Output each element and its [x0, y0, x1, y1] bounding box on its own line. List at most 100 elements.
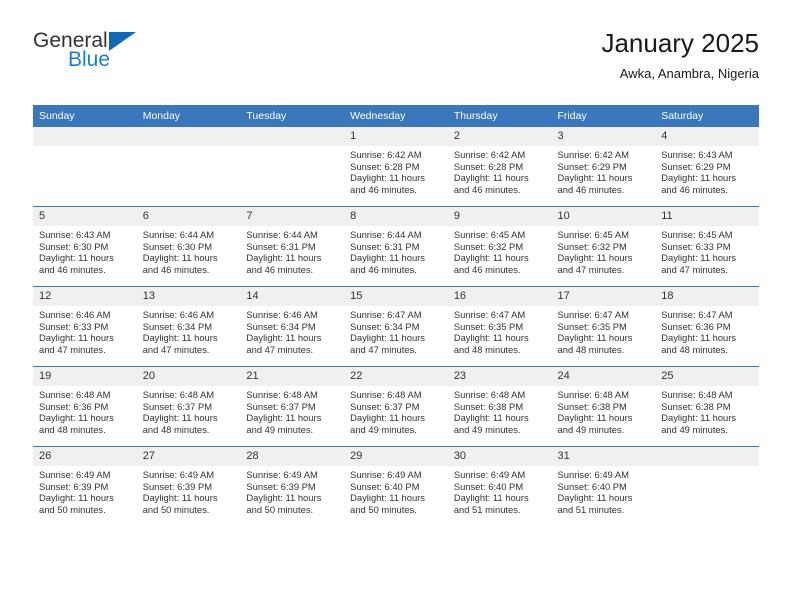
- daylight-text-line2: and 51 minutes.: [557, 503, 625, 515]
- calendar-day-cell[interactable]: 5 Sunrise: 6:43 AM Sunset: 6:30 PM Daylight…: [33, 206, 137, 287]
- sunrise-text: Sunrise: 6:42 AM: [557, 149, 629, 160]
- calendar-day-cell-empty: [655, 446, 759, 526]
- calendar-day-cell[interactable]: 2 Sunrise: 6:42 AM Sunset: 6:28 PM Daylight…: [447, 127, 552, 207]
- daylight-text-line2: and 47 minutes.: [142, 343, 210, 355]
- calendar-day-cell[interactable]: 18 Sunrise: 6:47 AM Sunset: 6:36 PM Dayligh…: [655, 286, 759, 367]
- calendar-day-cell[interactable]: 22 Sunrise: 6:48 AM Sunset: 6:37 PM Dayligh…: [344, 366, 448, 447]
- sunrise-text: Sunrise: 6:42 AM: [350, 149, 422, 160]
- calendar-day-cell[interactable]: 4 Sunrise: 6:43 AM Sunset: 6:29 PM Daylight…: [655, 127, 759, 207]
- daylight-text-line2: and 46 minutes.: [661, 183, 728, 195]
- daylight-text-line1: Daylight: 11 hours: [142, 492, 218, 504]
- sunset-text: Sunset: 6:32 PM: [557, 240, 627, 252]
- day-number: 24: [551, 367, 656, 386]
- calendar-day-cell[interactable]: 20 Sunrise: 6:48 AM Sunset: 6:37 PM Dayligh…: [136, 366, 241, 447]
- calendar-day-cell[interactable]: 7 Sunrise: 6:44 AM Sunset: 6:31 PM Daylight…: [240, 206, 345, 287]
- day-details: Sunrise: 6:48 AM Sunset: 6:37 PM Daylight:…: [344, 386, 448, 435]
- sunset-text: Sunset: 6:31 PM: [246, 240, 316, 252]
- sunrise-text: Sunrise: 6:47 AM: [661, 309, 733, 320]
- day-details: Sunrise: 6:49 AM Sunset: 6:40 PM Daylight:…: [448, 466, 552, 515]
- sunrise-text: Sunrise: 6:49 AM: [39, 469, 111, 480]
- sunset-text: Sunset: 6:37 PM: [246, 400, 316, 412]
- daylight-text-line1: Daylight: 11 hours: [39, 492, 114, 504]
- calendar-day-cell[interactable]: 24 Sunrise: 6:48 AM Sunset: 6:38 PM Dayligh…: [551, 366, 656, 447]
- sunrise-text: Sunrise: 6:49 AM: [142, 469, 215, 480]
- calendar-day-cell[interactable]: 12 Sunrise: 6:46 AM Sunset: 6:33 PM Dayligh…: [33, 286, 137, 367]
- day-number: 1: [344, 127, 448, 146]
- calendar-day-cell[interactable]: 1 Sunrise: 6:42 AM Sunset: 6:28 PM Daylight…: [344, 127, 448, 207]
- sunset-text: Sunset: 6:30 PM: [39, 240, 109, 252]
- sunrise-text: Sunrise: 6:48 AM: [661, 389, 733, 400]
- calendar-day-cell[interactable]: 26 Sunrise: 6:49 AM Sunset: 6:39 PM Dayligh…: [33, 446, 137, 526]
- calendar-day-cell[interactable]: 11 Sunrise: 6:45 AM Sunset: 6:33 PM Dayligh…: [655, 206, 759, 287]
- weekday-header-monday: Monday: [136, 105, 241, 127]
- daylight-text-line1: Daylight: 11 hours: [39, 252, 114, 264]
- calendar-day-cell[interactable]: 23 Sunrise: 6:48 AM Sunset: 6:38 PM Dayligh…: [447, 366, 552, 447]
- calendar-day-cell[interactable]: 15 Sunrise: 6:47 AM Sunset: 6:34 PM Dayligh…: [344, 286, 448, 367]
- day-details: Sunrise: 6:42 AM Sunset: 6:28 PM Daylight:…: [344, 146, 448, 195]
- sunset-text: Sunset: 6:35 PM: [557, 320, 627, 332]
- sunset-text: Sunset: 6:34 PM: [350, 320, 420, 332]
- day-details: Sunrise: 6:43 AM Sunset: 6:30 PM Daylight:…: [33, 226, 137, 275]
- daylight-text-line2: and 46 minutes.: [557, 183, 625, 195]
- sunset-text: Sunset: 6:37 PM: [350, 400, 420, 412]
- calendar-day-cell[interactable]: 30 Sunrise: 6:49 AM Sunset: 6:40 PM Dayligh…: [447, 446, 552, 526]
- day-number: 3: [551, 127, 656, 146]
- calendar-day-cell[interactable]: 25 Sunrise: 6:48 AM Sunset: 6:38 PM Dayligh…: [655, 366, 759, 447]
- calendar-day-cell[interactable]: 6 Sunrise: 6:44 AM Sunset: 6:30 PM Daylight…: [136, 206, 241, 287]
- calendar-day-cell[interactable]: 21 Sunrise: 6:48 AM Sunset: 6:37 PM Dayligh…: [240, 366, 345, 447]
- calendar-day-cell[interactable]: 13 Sunrise: 6:46 AM Sunset: 6:34 PM Dayligh…: [136, 286, 241, 367]
- sunrise-text: Sunrise: 6:44 AM: [246, 229, 318, 240]
- calendar-day-cell[interactable]: 8 Sunrise: 6:44 AM Sunset: 6:31 PM Daylight…: [344, 206, 448, 287]
- day-number: 4: [655, 127, 759, 146]
- sunset-text: Sunset: 6:30 PM: [142, 240, 213, 252]
- calendar-day-cell[interactable]: 14 Sunrise: 6:46 AM Sunset: 6:34 PM Dayligh…: [240, 286, 345, 367]
- daylight-text-line1: Daylight: 11 hours: [39, 332, 114, 344]
- sunset-text: Sunset: 6:34 PM: [246, 320, 316, 332]
- calendar-table: Sunday Monday Tuesday Wednesday Thursday…: [33, 105, 759, 526]
- calendar-day-cell[interactable]: 9 Sunrise: 6:45 AM Sunset: 6:32 PM Daylight…: [447, 206, 552, 287]
- sunrise-text: Sunrise: 6:49 AM: [557, 469, 629, 480]
- day-details: Sunrise: 6:44 AM Sunset: 6:30 PM Daylight:…: [137, 226, 241, 275]
- calendar-day-cell[interactable]: 28 Sunrise: 6:49 AM Sunset: 6:39 PM Dayligh…: [240, 446, 345, 526]
- sunrise-text: Sunrise: 6:49 AM: [350, 469, 422, 480]
- day-number: 7: [240, 207, 345, 226]
- calendar-day-cell-empty: [240, 127, 345, 207]
- day-number: 11: [655, 207, 759, 226]
- calendar-day-cell[interactable]: 17 Sunrise: 6:47 AM Sunset: 6:35 PM Dayligh…: [551, 286, 656, 367]
- day-details: Sunrise: 6:47 AM Sunset: 6:35 PM Daylight:…: [448, 306, 552, 355]
- weekday-header-friday: Friday: [551, 105, 656, 127]
- sunrise-text: Sunrise: 6:49 AM: [246, 469, 318, 480]
- day-number: 23: [447, 367, 552, 386]
- day-details: Sunrise: 6:46 AM Sunset: 6:34 PM Daylight:…: [137, 306, 241, 355]
- calendar-day-cell[interactable]: 27 Sunrise: 6:49 AM Sunset: 6:39 PM Dayligh…: [136, 446, 241, 526]
- sunrise-text: Sunrise: 6:47 AM: [557, 309, 629, 320]
- day-number: 6: [136, 207, 241, 226]
- day-details: Sunrise: 6:49 AM Sunset: 6:40 PM Daylight:…: [552, 466, 656, 515]
- calendar-day-cell[interactable]: 29 Sunrise: 6:49 AM Sunset: 6:40 PM Dayligh…: [344, 446, 448, 526]
- sunset-text: Sunset: 6:33 PM: [661, 240, 731, 252]
- day-details: Sunrise: 6:48 AM Sunset: 6:38 PM Daylight:…: [552, 386, 656, 435]
- calendar-day-cell[interactable]: 10 Sunrise: 6:45 AM Sunset: 6:32 PM Dayligh…: [551, 206, 656, 287]
- sunrise-text: Sunrise: 6:48 AM: [453, 389, 526, 400]
- calendar-day-cell[interactable]: 3 Sunrise: 6:42 AM Sunset: 6:29 PM Daylight…: [551, 127, 656, 207]
- day-number: 2: [447, 127, 552, 146]
- day-details: Sunrise: 6:44 AM Sunset: 6:31 PM Daylight:…: [240, 226, 344, 275]
- day-details: Sunrise: 6:48 AM Sunset: 6:36 PM Daylight:…: [33, 386, 137, 435]
- calendar-day-cell[interactable]: 19 Sunrise: 6:48 AM Sunset: 6:36 PM Dayligh…: [33, 366, 137, 447]
- daylight-text-line2: and 50 minutes.: [39, 503, 106, 515]
- daylight-text-line1: Daylight: 11 hours: [246, 332, 322, 344]
- daylight-text-line2: and 49 minutes.: [661, 423, 728, 435]
- daylight-text-line2: and 47 minutes.: [39, 343, 106, 355]
- calendar-day-cell[interactable]: 16 Sunrise: 6:47 AM Sunset: 6:35 PM Dayligh…: [447, 286, 552, 367]
- day-number: 19: [33, 367, 137, 386]
- day-number: 28: [240, 447, 345, 466]
- sunrise-text: Sunrise: 6:47 AM: [350, 309, 422, 320]
- calendar-week-row: 26 Sunrise: 6:49 AM Sunset: 6:39 PM Dayligh…: [33, 446, 759, 526]
- daylight-text-line2: and 46 minutes.: [350, 263, 417, 275]
- general-blue-logo[interactable]: General Blue: [33, 30, 253, 90]
- daylight-text-line1: Daylight: 11 hours: [350, 172, 425, 184]
- sunrise-text: Sunrise: 6:46 AM: [39, 309, 111, 320]
- sunset-text: Sunset: 6:31 PM: [350, 240, 420, 252]
- calendar-day-cell[interactable]: 31 Sunrise: 6:49 AM Sunset: 6:40 PM Dayligh…: [551, 446, 656, 526]
- sunset-text: Sunset: 6:32 PM: [453, 240, 524, 252]
